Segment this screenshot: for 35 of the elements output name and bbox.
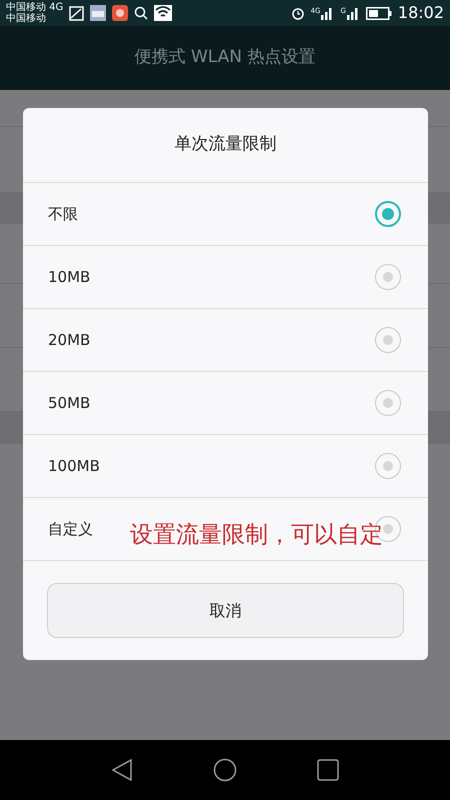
- option-label: 20MB: [48, 330, 90, 351]
- clock: 18:02: [398, 2, 444, 24]
- cancel-button[interactable]: 取消: [47, 583, 404, 638]
- signal-icon: [346, 6, 360, 20]
- radio-button[interactable]: [375, 327, 401, 353]
- alarm-icon: [290, 6, 305, 20]
- search-icon: [134, 6, 148, 20]
- annotation: 设置流量限制，可以自定: [130, 521, 383, 550]
- app-icon: [90, 5, 106, 21]
- radio-button[interactable]: [375, 453, 401, 479]
- option-row[interactable]: 20MB: [23, 309, 428, 372]
- radio-button[interactable]: [375, 201, 401, 227]
- option-label: 自定义: [48, 518, 93, 540]
- option-row[interactable]: 不限: [23, 183, 428, 246]
- option-label: 100MB: [48, 456, 100, 477]
- option-label: 10MB: [48, 266, 90, 288]
- carrier-name: 中国移动: [6, 13, 47, 24]
- option-row[interactable]: 50MB: [23, 372, 428, 435]
- carrier-name: 中国移动 4G: [6, 2, 64, 13]
- radio-button[interactable]: [375, 390, 401, 416]
- image-icon: [69, 6, 84, 20]
- radio-button[interactable]: [375, 264, 401, 290]
- battery-icon: [366, 6, 392, 20]
- signal-icon: [320, 6, 334, 20]
- option-label: 50MB: [48, 392, 90, 414]
- option-label: 不限: [48, 204, 78, 225]
- dialog-title: 单次流量限制: [174, 133, 276, 156]
- option-row[interactable]: 10MB: [23, 246, 428, 309]
- home-icon[interactable]: [213, 758, 237, 782]
- option-row[interactable]: 100MB: [23, 435, 428, 498]
- app-icon: [112, 5, 128, 21]
- recents-icon[interactable]: [317, 759, 339, 781]
- page-title: 便携式 WLAN 热点设置: [134, 46, 316, 70]
- wifi-icon: [154, 5, 172, 21]
- back-icon[interactable]: [111, 758, 133, 782]
